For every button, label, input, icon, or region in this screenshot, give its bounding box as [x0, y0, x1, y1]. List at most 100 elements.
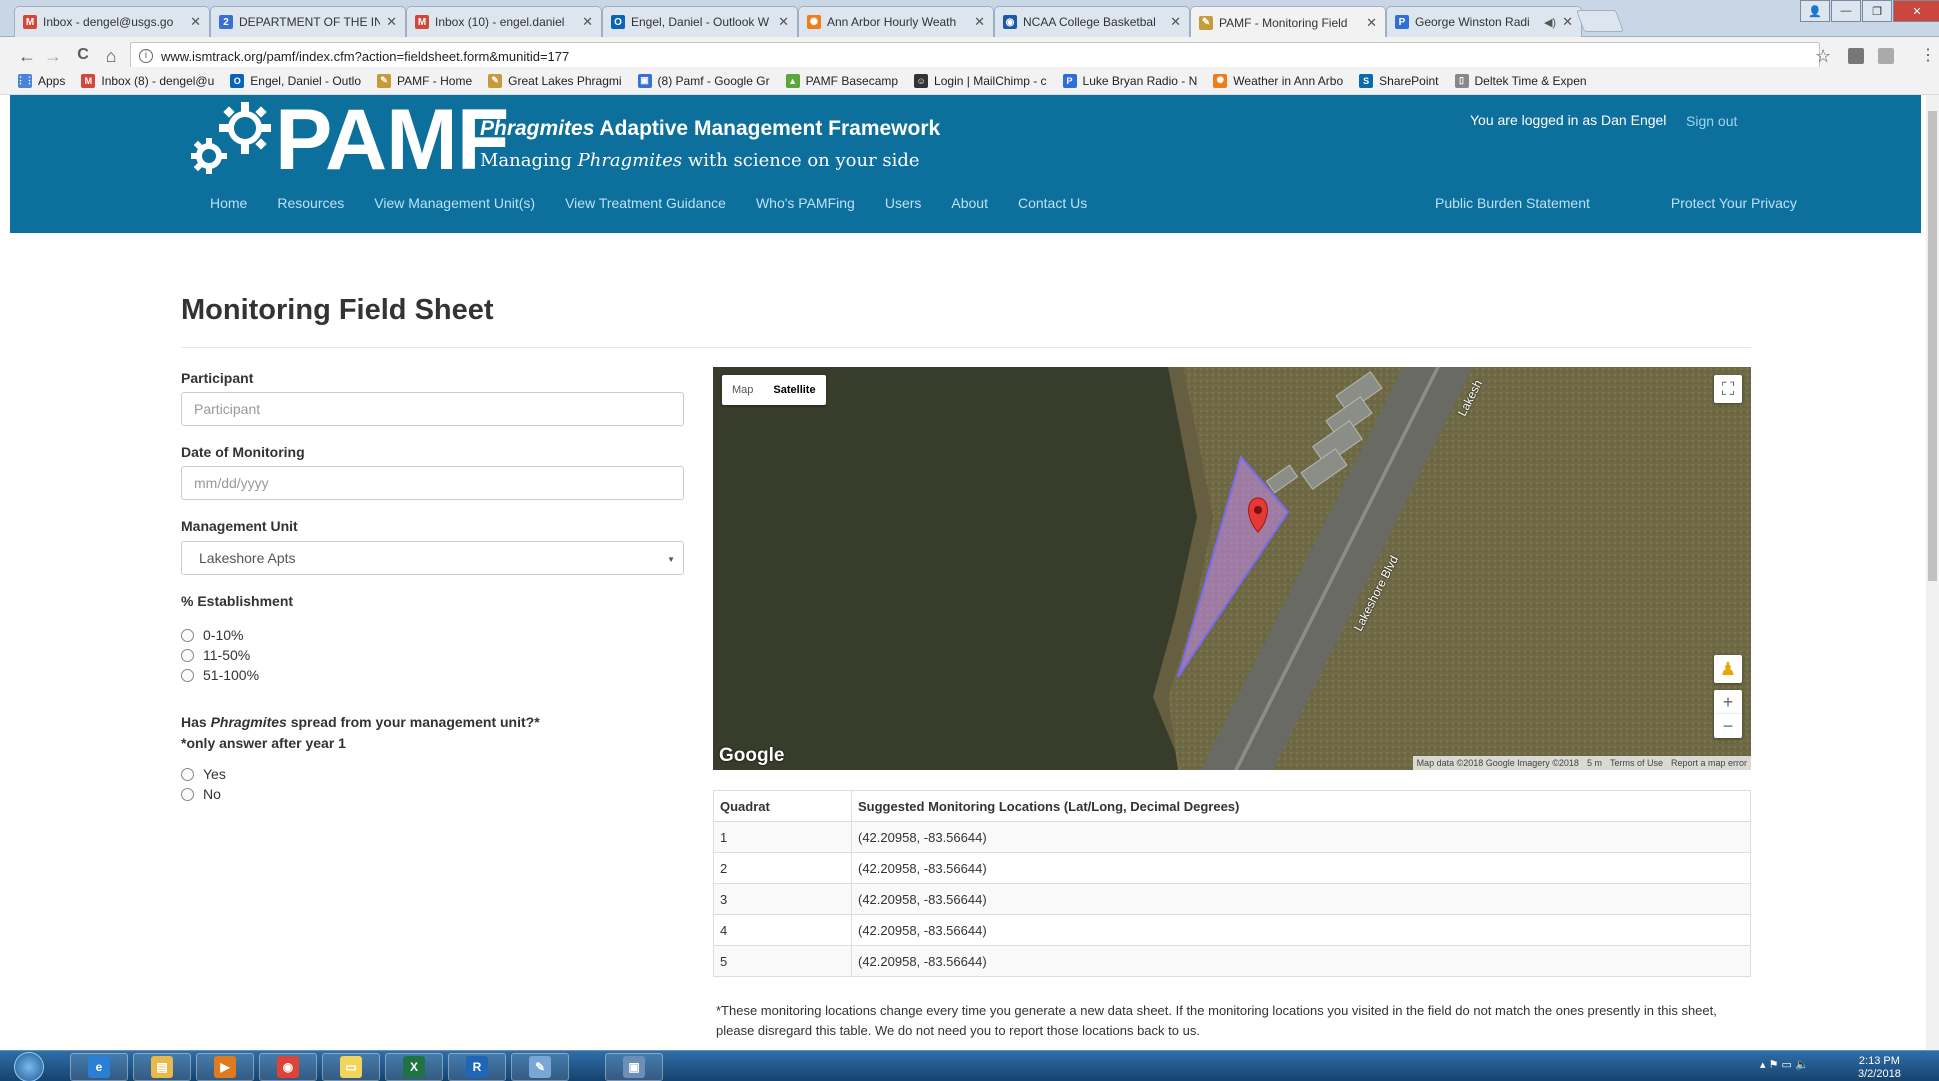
nav-link[interactable]: Users: [885, 195, 922, 211]
bookmark-item[interactable]: P Luke Bryan Radio - N: [1062, 73, 1197, 88]
report-error-link[interactable]: Report a map error: [1671, 758, 1747, 768]
back-icon[interactable]: ←: [16, 46, 38, 67]
divider: [181, 347, 1751, 348]
bookmark-star-icon[interactable]: ☆: [1815, 46, 1831, 67]
sign-out-link[interactable]: Sign out: [1686, 113, 1737, 129]
bookmark-item[interactable]: ✎ Great Lakes Phragmi: [488, 73, 622, 88]
satellite-map[interactable]: Map Satellite ⛶ ♟ + − Lakeshore Blvd Lak…: [713, 367, 1751, 770]
start-button[interactable]: [14, 1052, 44, 1081]
radio-option[interactable]: 51-100%: [181, 667, 259, 683]
browser-tab[interactable]: ✺ Ann Arbor Hourly Weath ✕: [798, 6, 994, 37]
browser-menu-icon[interactable]: ⋮: [1920, 45, 1936, 65]
tab-close-icon[interactable]: ✕: [778, 14, 789, 30]
nav-link-secondary[interactable]: Public Burden Statement: [1435, 195, 1590, 211]
radio-button[interactable]: [181, 648, 194, 662]
quadrat-cell: 5: [713, 945, 852, 977]
bookmark-item[interactable]: ⋮⋮ Apps: [16, 73, 65, 88]
bookmark-item[interactable]: ✺ Weather in Ann Arbo: [1213, 73, 1343, 88]
tab-close-icon[interactable]: ✕: [1170, 14, 1181, 30]
tab-audio-icon[interactable]: ◀): [1544, 16, 1556, 29]
bookmark-item[interactable]: O Engel, Daniel - Outlo: [230, 73, 361, 88]
radio-button[interactable]: [181, 628, 194, 642]
nav-link[interactable]: Resources: [277, 195, 344, 211]
pegman-icon[interactable]: ♟: [1714, 655, 1742, 683]
bookmark-item[interactable]: ▯ Deltek Time & Expen: [1454, 73, 1587, 88]
nav-link[interactable]: Home: [210, 195, 247, 211]
bookmark-item[interactable]: ▣ (8) Pamf - Google Gr: [637, 73, 770, 88]
browser-tab[interactable]: ◉ NCAA College Basketbal ✕: [994, 6, 1190, 37]
taskbar-app-button[interactable]: R: [448, 1053, 506, 1081]
tab-close-icon[interactable]: ✕: [582, 14, 593, 30]
browser-tab[interactable]: O Engel, Daniel - Outlook W ✕: [602, 6, 798, 37]
google-logo[interactable]: Google: [719, 745, 784, 767]
taskbar-app-button[interactable]: ▶: [196, 1053, 254, 1081]
taskbar-app-button[interactable]: X: [385, 1053, 443, 1081]
bookmark-item[interactable]: M Inbox (8) - dengel@u: [81, 73, 214, 88]
map-type-satellite[interactable]: Satellite: [763, 375, 825, 405]
participant-input[interactable]: Participant: [181, 392, 684, 426]
browser-tab[interactable]: M Inbox - dengel@usgs.go ✕: [14, 6, 210, 37]
url-text[interactable]: www.ismtrack.org/pamf/index.cfm?action=f…: [161, 49, 569, 64]
forward-icon[interactable]: →: [42, 46, 64, 67]
fullscreen-icon[interactable]: ⛶: [1714, 375, 1742, 403]
tab-close-icon[interactable]: ✕: [1366, 15, 1377, 31]
radio-button[interactable]: [181, 787, 194, 801]
zoom-in-button[interactable]: +: [1714, 690, 1742, 714]
radio-option[interactable]: Yes: [181, 766, 226, 782]
bookmark-item[interactable]: ▲ PAMF Basecamp: [785, 73, 898, 88]
taskbar-app-button[interactable]: e: [70, 1053, 128, 1081]
nav-link[interactable]: Who's PAMFing: [756, 195, 855, 211]
nav-link[interactable]: View Management Unit(s): [374, 195, 535, 211]
bookmark-item[interactable]: ☺ Login | MailChimp - c: [914, 73, 1047, 88]
tab-close-icon[interactable]: ✕: [190, 14, 201, 30]
tab-close-icon[interactable]: ✕: [386, 14, 397, 30]
terms-link[interactable]: Terms of Use: [1610, 758, 1663, 768]
pamf-logo[interactable]: PAMF: [185, 95, 509, 185]
zoom-out-button[interactable]: −: [1714, 714, 1742, 738]
system-tray[interactable]: ▴ ⚑ ▭ 🔈: [1760, 1058, 1809, 1071]
minimize-icon[interactable]: —: [1831, 0, 1861, 22]
date-input[interactable]: mm/dd/yyyy: [181, 466, 684, 500]
secondary-nav: Public Burden Statement Protect Your Priv…: [1435, 195, 1878, 211]
clock[interactable]: 2:13 PM 3/2/2018: [1858, 1055, 1901, 1081]
browser-tab[interactable]: 2 DEPARTMENT OF THE IN ✕: [210, 6, 406, 37]
maximize-icon[interactable]: ❐: [1862, 0, 1892, 22]
radio-button[interactable]: [181, 668, 194, 682]
taskbar-app-button[interactable]: ▣: [605, 1053, 663, 1081]
bookmark-item[interactable]: S SharePoint: [1359, 73, 1439, 88]
browser-tab[interactable]: M Inbox (10) - engel.daniel ✕: [406, 6, 602, 37]
new-tab-button[interactable]: [1575, 10, 1625, 32]
scrollbar-thumb[interactable]: [1928, 111, 1937, 581]
extension-icon[interactable]: [1878, 48, 1894, 64]
tab-close-icon[interactable]: ✕: [974, 14, 985, 30]
nav-link[interactable]: About: [951, 195, 988, 211]
home-icon[interactable]: ⌂: [100, 46, 122, 67]
taskbar-app-button[interactable]: ✎: [511, 1053, 569, 1081]
radio-option[interactable]: No: [181, 786, 221, 802]
reload-icon[interactable]: C: [72, 46, 94, 64]
map-type-map[interactable]: Map: [722, 375, 763, 405]
nav-link-secondary[interactable]: Protect Your Privacy: [1671, 195, 1797, 211]
nav-link[interactable]: View Treatment Guidance: [565, 195, 726, 211]
vertical-scrollbar[interactable]: [1926, 95, 1939, 1050]
radio-option[interactable]: 0-10%: [181, 627, 243, 643]
taskbar-app-button[interactable]: ◉: [259, 1053, 317, 1081]
radio-button[interactable]: [181, 767, 194, 781]
browser-tab[interactable]: ✎ PAMF - Monitoring Field ✕: [1190, 6, 1386, 38]
browser-tab[interactable]: P George Winston Radi ◀) ✕: [1386, 6, 1582, 37]
taskbar-app-button[interactable]: ▭: [322, 1053, 380, 1081]
location-cell: (42.20958, -83.56644): [851, 821, 1751, 853]
close-window-icon[interactable]: ✕: [1893, 0, 1939, 22]
extension-icon[interactable]: [1848, 48, 1864, 64]
site-info-icon[interactable]: i: [139, 49, 153, 63]
taskbar-app-button[interactable]: ▤: [133, 1053, 191, 1081]
sticky-notes-icon: ▭: [340, 1056, 362, 1078]
radio-option[interactable]: 11-50%: [181, 647, 250, 663]
user-profile-icon[interactable]: 👤: [1800, 0, 1830, 22]
nav-link[interactable]: Contact Us: [1018, 195, 1087, 211]
bookmark-item[interactable]: ✎ PAMF - Home: [377, 73, 472, 88]
tab-close-icon[interactable]: ✕: [1562, 14, 1573, 30]
map-scale[interactable]: 5 m: [1587, 758, 1602, 768]
url-input[interactable]: i www.ismtrack.org/pamf/index.cfm?action…: [130, 42, 1820, 70]
management-unit-select[interactable]: Lakeshore Apts ▼: [181, 541, 684, 575]
